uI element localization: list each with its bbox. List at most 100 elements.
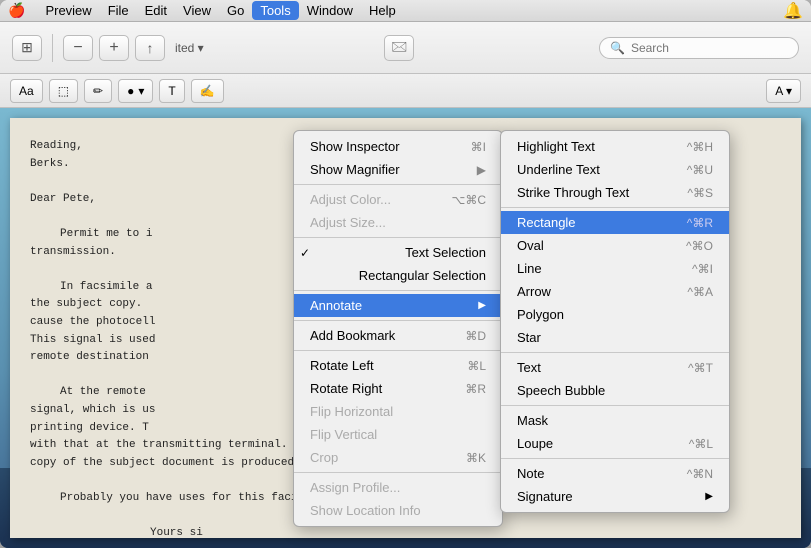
menu-signature-label: Signature <box>517 489 573 504</box>
menu-flip-vertical[interactable]: Flip Vertical <box>294 423 502 446</box>
menu-rectangle[interactable]: Rectangle ^⌘R <box>501 211 729 234</box>
menu-adjust-size[interactable]: Adjust Size... <box>294 211 502 234</box>
menu-underline-text-label: Underline Text <box>517 162 600 177</box>
font-button[interactable]: Aa <box>10 79 43 103</box>
view-toggle-button[interactable]: ⊞ <box>12 35 42 61</box>
menu-sep-1 <box>294 184 502 185</box>
menubar-window[interactable]: Window <box>299 1 361 20</box>
pencil-button[interactable]: ✏ <box>84 79 112 103</box>
menu-rotate-right[interactable]: Rotate Right ⌘R <box>294 377 502 400</box>
menu-rectangular-selection[interactable]: Rectangular Selection <box>294 264 502 287</box>
menu-underline-text-shortcut: ^⌘U <box>687 163 713 177</box>
menu-show-location-info[interactable]: Show Location Info <box>294 499 502 522</box>
menubar: 🍎 Preview File Edit View Go Tools Window… <box>0 0 811 22</box>
menubar-preview[interactable]: Preview <box>37 1 99 20</box>
font-label: Aa <box>19 84 34 98</box>
doc-line-17: Yours si <box>30 525 781 543</box>
menubar-edit[interactable]: Edit <box>137 1 175 20</box>
menu-speech-bubble[interactable]: Speech Bubble <box>501 379 729 402</box>
menu-strike-through-text[interactable]: Strike Through Text ^⌘S <box>501 181 729 204</box>
menu-sep-2 <box>294 237 502 238</box>
apple-menu[interactable]: 🍎 <box>8 2 25 19</box>
menu-star[interactable]: Star <box>501 326 729 349</box>
menu-note[interactable]: Note ^⌘N <box>501 462 729 485</box>
menu-oval[interactable]: Oval ^⌘O <box>501 234 729 257</box>
menubar-go[interactable]: Go <box>219 1 252 20</box>
menu-text-selection[interactable]: ✓ Text Selection <box>294 241 502 264</box>
menubar-tools[interactable]: Tools <box>252 1 298 20</box>
font-size-button[interactable]: A ▾ <box>766 79 801 103</box>
menu-text[interactable]: Text ^⌘T <box>501 356 729 379</box>
share-button[interactable]: ↑ <box>135 35 165 61</box>
menu-show-magnifier[interactable]: Show Magnifier ▶ <box>294 158 502 181</box>
menu-mask-label: Mask <box>517 413 548 428</box>
menu-show-inspector[interactable]: Show Inspector ⌘I <box>294 135 502 158</box>
menu-text-shortcut: ^⌘T <box>688 361 713 375</box>
menu-star-label: Star <box>517 330 541 345</box>
menu-loupe[interactable]: Loupe ^⌘L <box>501 432 729 455</box>
sign-button[interactable]: ✍ <box>191 79 224 103</box>
sub-sep-2 <box>501 352 729 353</box>
menu-rotate-left-label: Rotate Left <box>310 358 374 373</box>
menu-assign-profile[interactable]: Assign Profile... <box>294 476 502 499</box>
zoom-in-button[interactable]: + <box>99 35 129 61</box>
menu-annotate[interactable]: Annotate ▶ <box>294 294 502 317</box>
menu-adjust-color-label: Adjust Color... <box>310 192 391 207</box>
sub-sep-3 <box>501 405 729 406</box>
menu-rotate-right-label: Rotate Right <box>310 381 382 396</box>
signature-arrow-icon: ▶ <box>705 491 713 502</box>
menu-line-label: Line <box>517 261 542 276</box>
menu-show-magnifier-label: Show Magnifier <box>310 162 400 177</box>
menu-underline-text[interactable]: Underline Text ^⌘U <box>501 158 729 181</box>
menu-rectangular-selection-label: Rectangular Selection <box>359 268 486 283</box>
menu-loupe-label: Loupe <box>517 436 553 451</box>
menubar-view[interactable]: View <box>175 1 219 20</box>
menu-adjust-color[interactable]: Adjust Color... ⌥⌘C <box>294 188 502 211</box>
menubar-file[interactable]: File <box>100 1 137 20</box>
submenu-arrow-icon: ▶ <box>478 300 486 311</box>
menu-sep-3 <box>294 290 502 291</box>
text-icon: T <box>168 84 175 98</box>
selection-button[interactable]: ⬚ <box>49 79 78 103</box>
menu-crop[interactable]: Crop ⌘K <box>294 446 502 469</box>
menu-flip-vertical-label: Flip Vertical <box>310 427 377 442</box>
menu-sep-5 <box>294 350 502 351</box>
shapes-button[interactable]: ● ▾ <box>118 79 153 103</box>
menu-mask[interactable]: Mask <box>501 409 729 432</box>
menu-flip-horizontal-label: Flip Horizontal <box>310 404 393 419</box>
menu-signature[interactable]: Signature ▶ <box>501 485 729 508</box>
menu-add-bookmark[interactable]: Add Bookmark ⌘D <box>294 324 502 347</box>
menu-show-inspector-label: Show Inspector <box>310 139 400 154</box>
menu-loupe-shortcut: ^⌘L <box>689 437 713 451</box>
sign-icon: ✍ <box>200 84 215 98</box>
menu-strike-through-text-shortcut: ^⌘S <box>687 186 713 200</box>
no-check-icon <box>300 269 310 283</box>
search-input[interactable] <box>631 41 781 55</box>
menu-oval-label: Oval <box>517 238 544 253</box>
menu-sep-4 <box>294 320 502 321</box>
menu-arrow[interactable]: Arrow ^⌘A <box>501 280 729 303</box>
sub-sep-1 <box>501 207 729 208</box>
menu-speech-bubble-label: Speech Bubble <box>517 383 605 398</box>
stamp-button[interactable]: 🖂 <box>384 35 414 61</box>
pencil-icon: ✏ <box>93 84 103 98</box>
menu-arrow-label: Arrow <box>517 284 551 299</box>
menu-polygon[interactable]: Polygon <box>501 303 729 326</box>
text-button[interactable]: T <box>159 79 184 103</box>
menu-highlight-text[interactable]: Highlight Text ^⌘H <box>501 135 729 158</box>
menu-add-bookmark-shortcut: ⌘D <box>465 329 486 343</box>
menu-adjust-color-shortcut: ⌥⌘C <box>452 193 487 207</box>
zoom-out-button[interactable]: − <box>63 35 93 61</box>
menubar-help[interactable]: Help <box>361 1 404 20</box>
menubar-items: Preview File Edit View Go Tools Window H… <box>37 1 403 20</box>
menu-adjust-size-label: Adjust Size... <box>310 215 386 230</box>
menu-polygon-label: Polygon <box>517 307 564 322</box>
menu-line[interactable]: Line ^⌘I <box>501 257 729 280</box>
menu-oval-shortcut: ^⌘O <box>686 239 713 253</box>
search-box[interactable]: 🔍 <box>599 37 799 59</box>
tools-menu: Show Inspector ⌘I Show Magnifier ▶ Adjus… <box>293 130 503 527</box>
app-window: 🍎 Preview File Edit View Go Tools Window… <box>0 0 811 548</box>
menu-show-location-info-label: Show Location Info <box>310 503 421 518</box>
menu-rotate-left[interactable]: Rotate Left ⌘L <box>294 354 502 377</box>
menu-flip-horizontal[interactable]: Flip Horizontal <box>294 400 502 423</box>
